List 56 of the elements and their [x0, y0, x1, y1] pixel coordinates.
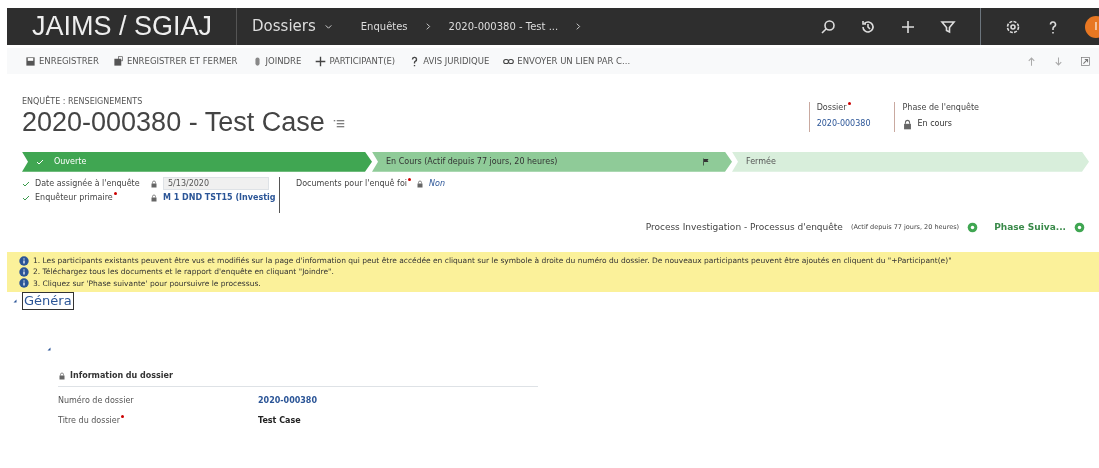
field-label: Titre du dossier — [58, 414, 258, 427]
breadcrumb-link[interactable]: Enquêtes — [360, 19, 408, 34]
next-icon[interactable] — [1074, 221, 1085, 233]
field-value: Test Case — [258, 414, 301, 427]
next-stage-link[interactable]: Phase Suiva... — [994, 220, 1066, 235]
field-label: Documents pour l'enquê foi — [296, 177, 411, 190]
flag-icon — [702, 157, 710, 166]
settings-icon[interactable] — [1005, 18, 1021, 35]
status-dot-icon — [967, 221, 979, 233]
collapse-caret-icon[interactable] — [12, 297, 18, 304]
plus-icon[interactable] — [900, 18, 916, 35]
date-field[interactable]: 5/13/2020 — [163, 177, 269, 191]
search-icon[interactable] — [820, 18, 836, 35]
plus-icon — [315, 55, 327, 67]
field-label: Enquêteur primaire — [35, 191, 145, 204]
process-stage[interactable]: Fermée — [732, 151, 1089, 172]
popout-icon[interactable] — [1080, 55, 1091, 67]
save-icon — [25, 55, 36, 67]
app-title: JAIMS / SGIAJ — [7, 8, 238, 45]
lock-icon — [150, 179, 158, 188]
info-icon — [19, 267, 29, 278]
field-label: Numéro de dossier — [58, 394, 135, 407]
lock-icon — [58, 371, 66, 380]
save-close-icon — [112, 55, 124, 67]
form-name: ENQUÊTE : RENSEIGNEMENTS — [22, 96, 144, 108]
toolbar-button[interactable]: ENREGISTRER ET FERMER — [112, 54, 238, 68]
toolbar-button[interactable]: AVIS JURIDIQUE — [409, 54, 490, 68]
lock-icon — [150, 193, 158, 202]
info-icon — [19, 278, 29, 289]
process-stage[interactable]: En Cours (Actif depuis 77 jours, 20 heures) — [372, 151, 732, 172]
lock-icon — [416, 179, 424, 188]
area-menu[interactable]: Dossiers — [237, 8, 345, 45]
caret-icon — [323, 22, 333, 31]
field-value: Non — [429, 177, 445, 190]
toolbar-button[interactable]: ENVOYER UN LIEN PAR C... — [503, 54, 631, 68]
check-icon — [36, 157, 44, 166]
info-icon — [19, 255, 29, 266]
field-label: Dossier — [816, 102, 871, 114]
field-label: Date assignée à l'enquête — [35, 177, 141, 190]
up-arrow-icon[interactable] — [1026, 55, 1037, 67]
process-name: Process Investigation - Processus d'enquête — [645, 220, 843, 234]
field-value: En cours — [917, 118, 952, 130]
toolbar-button[interactable]: PARTICIPANT(E) — [315, 54, 396, 68]
chevron-icon — [574, 22, 584, 31]
field-link[interactable]: 2020-000380 — [258, 394, 317, 407]
collapse-caret-icon[interactable] — [46, 345, 52, 352]
history-icon[interactable] — [860, 18, 876, 35]
breadcrumb-link[interactable]: 2020-000380 - Test ... — [448, 19, 559, 34]
field-label: Phase de l'enquête — [902, 102, 979, 114]
toolbar-button[interactable]: JOINDRE — [251, 54, 302, 68]
record-title: 2020-000380 - Test Case — [22, 108, 325, 138]
section-title: Information du dossier — [70, 369, 173, 382]
filter-icon[interactable] — [940, 18, 956, 35]
field-link[interactable]: 2020-000380 — [816, 118, 871, 130]
toolbar-button[interactable]: ENREGISTRER — [25, 54, 99, 68]
down-arrow-icon[interactable] — [1053, 55, 1064, 67]
